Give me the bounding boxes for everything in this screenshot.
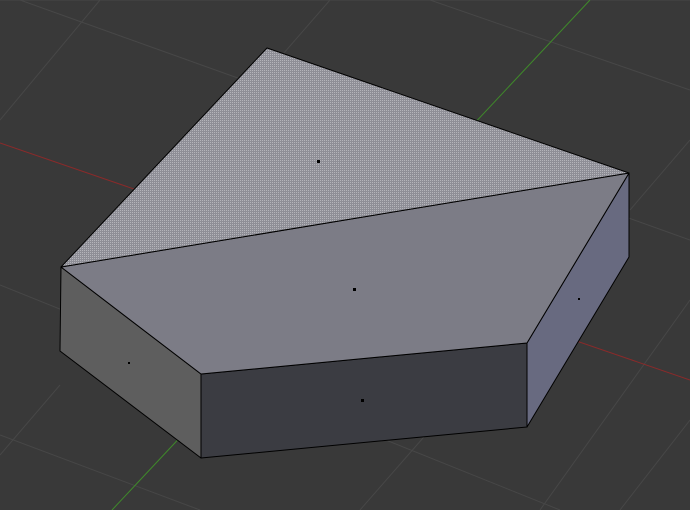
face-dot-front (361, 399, 364, 402)
3d-viewport[interactable] (0, 0, 690, 510)
face-dot-left (128, 362, 130, 364)
face-dot-selected (317, 160, 320, 163)
viewport-canvas[interactable] (0, 0, 690, 510)
mesh-object[interactable] (59, 47, 630, 459)
face-dot-right (578, 298, 580, 300)
face-dot-top (353, 288, 356, 291)
